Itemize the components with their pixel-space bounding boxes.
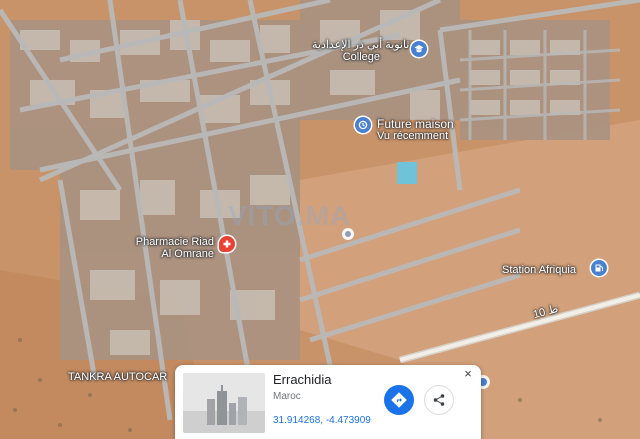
directions-button[interactable] xyxy=(384,385,414,415)
directions-icon xyxy=(391,392,407,408)
college-label[interactable]: ثانوية أبي ذر الإعدادية College xyxy=(312,39,409,63)
share-button[interactable] xyxy=(424,385,454,415)
school-icon[interactable] xyxy=(411,41,427,57)
place-country: Maroc xyxy=(273,391,301,402)
close-button[interactable]: × xyxy=(461,367,475,381)
station-label[interactable]: Station Afriquia xyxy=(502,264,576,276)
pharmacy-icon[interactable] xyxy=(219,236,235,252)
place-coordinates[interactable]: 31.914268, -4.473909 xyxy=(273,415,371,426)
pharmacie-label[interactable]: Pharmacie Riad Al Omrane xyxy=(128,236,214,260)
history-icon[interactable] xyxy=(355,117,371,133)
tankra-label[interactable]: TANKRA AUTOCAR xyxy=(68,371,167,383)
watermark: VITO.MA xyxy=(228,200,352,231)
share-icon xyxy=(433,394,445,406)
place-title: Errachidia xyxy=(273,372,332,387)
fuel-icon[interactable] xyxy=(591,260,607,276)
future-maison-label[interactable]: Future maison Vu récemment xyxy=(377,118,454,142)
place-card[interactable]: Errachidia Maroc 31.914268, -4.473909 × xyxy=(175,365,481,439)
place-thumbnail[interactable] xyxy=(183,373,265,433)
